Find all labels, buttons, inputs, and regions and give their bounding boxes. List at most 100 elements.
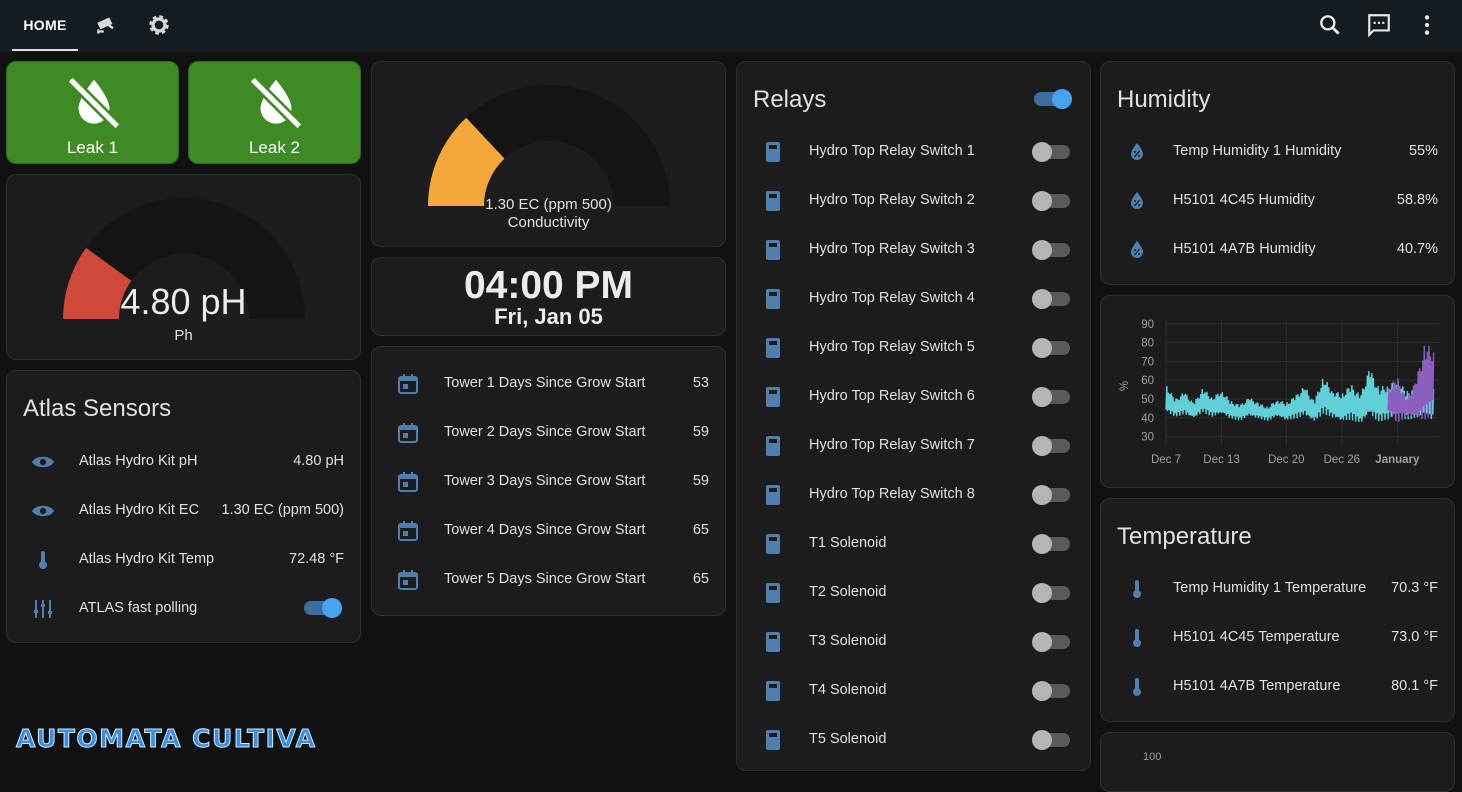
- tower-row-label[interactable]: Tower 1 Days Since Grow Start: [444, 375, 645, 391]
- relay-toggle[interactable]: [1032, 679, 1072, 703]
- calendar-icon: [398, 472, 418, 492]
- humidity-row-label[interactable]: H5101 4C45 Humidity: [1173, 192, 1315, 208]
- relay-toggle[interactable]: [1032, 287, 1072, 311]
- relay-row-label[interactable]: Hydro Top Relay Switch 1: [809, 143, 975, 159]
- humidity-history-chart: 90 80 70 60 50 40 30 Dec 7 Dec 13 Dec 20 Dec 26 Jan…: [1119, 319, 1439, 466]
- lower-chart-card[interactable]: 100: [1100, 732, 1455, 792]
- temperature-row-label[interactable]: H5101 4A7B Temperature: [1173, 678, 1340, 694]
- toggle-knob: [1032, 632, 1052, 652]
- relay-row-label[interactable]: Hydro Top Relay Switch 6: [809, 388, 975, 404]
- water-percent-icon: [1131, 143, 1143, 160]
- chart-ytick-label: 70: [1141, 356, 1154, 368]
- tab-home[interactable]: HOME: [12, 0, 78, 50]
- leak-2-label: Leak 2: [248, 138, 301, 157]
- chart-ytick-label: 30: [1141, 432, 1154, 444]
- relay-toggle[interactable]: [1032, 728, 1072, 752]
- relay-row-label[interactable]: T4 Solenoid: [809, 682, 886, 698]
- relay-switch-icon: [766, 632, 780, 652]
- chart-ytick-label: 50: [1141, 394, 1154, 406]
- relay-toggle[interactable]: [1032, 189, 1072, 213]
- relay-row-label[interactable]: T2 Solenoid: [809, 584, 886, 600]
- temperature-row-value: 80.1 °F: [1391, 678, 1438, 694]
- relay-switch-icon: [766, 681, 780, 701]
- relay-row-label[interactable]: Hydro Top Relay Switch 4: [809, 290, 975, 306]
- toggle-knob: [322, 598, 342, 618]
- atlas-row-value: 4.80 pH: [293, 453, 344, 469]
- toggle-knob: [1032, 583, 1052, 603]
- calendar-icon: [398, 521, 418, 541]
- relay-switch-icon: [766, 730, 780, 750]
- lower-chart-ytick: 100: [1143, 751, 1162, 763]
- relay-toggle[interactable]: [1032, 238, 1072, 262]
- relay-toggle[interactable]: [1032, 140, 1072, 164]
- toggle-knob: [1032, 436, 1052, 456]
- toggle-knob: [1032, 338, 1052, 358]
- relay-switch-icon: [766, 142, 780, 162]
- thermometer-icon: [1133, 629, 1141, 647]
- atlas-row-value: 72.48 °F: [289, 551, 344, 567]
- humidity-row-label[interactable]: H5101 4A7B Humidity: [1173, 241, 1316, 257]
- atlas-row-label[interactable]: Atlas Hydro Kit EC: [79, 502, 199, 518]
- relay-row-label[interactable]: Hydro Top Relay Switch 7: [809, 437, 975, 453]
- relay-switch-icon: [766, 338, 780, 358]
- tower-row-value: 59: [692, 424, 709, 440]
- humidity-row-label[interactable]: Temp Humidity 1 Humidity: [1173, 143, 1341, 159]
- toggle-knob: [1032, 681, 1052, 701]
- chart-ytick-label: 40: [1141, 413, 1154, 425]
- cctv-camera-icon[interactable]: [94, 12, 120, 38]
- tower-row-label[interactable]: Tower 4 Days Since Grow Start: [444, 522, 645, 538]
- atlas-row-label[interactable]: Atlas Hydro Kit pH: [79, 453, 197, 469]
- ec-gauge-name: Conductivity: [507, 214, 590, 231]
- relay-toggle[interactable]: [1032, 434, 1072, 458]
- gear-icon[interactable]: [146, 12, 172, 38]
- more-vert-icon[interactable]: [1414, 12, 1440, 38]
- relay-row-label[interactable]: Hydro Top Relay Switch 3: [809, 241, 975, 257]
- relay-row-label[interactable]: Hydro Top Relay Switch 2: [809, 192, 975, 208]
- atlas-row-label[interactable]: Atlas Hydro Kit Temp: [79, 551, 214, 567]
- relay-toggle[interactable]: [1032, 483, 1072, 507]
- atlas-fast-polling-toggle[interactable]: [302, 596, 342, 620]
- thermometer-icon: [39, 551, 47, 569]
- atlas-row-label: ATLAS fast polling: [79, 600, 198, 616]
- relay-row-label[interactable]: Hydro Top Relay Switch 8: [809, 486, 975, 502]
- chart-xtick-label: Dec 20: [1268, 454, 1304, 466]
- relay-switch-icon: [766, 485, 780, 505]
- ph-gauge-card[interactable]: 4.80 pH Ph: [6, 174, 361, 360]
- relay-row-label[interactable]: Hydro Top Relay Switch 5: [809, 339, 975, 355]
- tower-row-label[interactable]: Tower 3 Days Since Grow Start: [444, 473, 645, 489]
- relay-toggle[interactable]: [1032, 385, 1072, 409]
- toggle-knob: [1032, 387, 1052, 407]
- leak-1-tile[interactable]: Leak 1: [6, 61, 179, 164]
- relay-toggle[interactable]: [1032, 630, 1072, 654]
- clock-time: 04:00 PM: [463, 264, 634, 307]
- clock-date: Fri, Jan 05: [494, 304, 603, 329]
- leak-1-label: Leak 1: [66, 138, 119, 157]
- temperature-row-label[interactable]: Temp Humidity 1 Temperature: [1173, 580, 1366, 596]
- chat-message-icon[interactable]: [1366, 12, 1392, 38]
- relay-row-label[interactable]: T3 Solenoid: [809, 633, 886, 649]
- relay-row-label[interactable]: T5 Solenoid: [809, 731, 886, 747]
- relay-toggle[interactable]: [1032, 336, 1072, 360]
- ec-gauge-card[interactable]: 1.30 EC (ppm 500) Conductivity: [371, 61, 726, 247]
- relays-card: Relays Hydro Top Relay Switch 1 Hydro Top…: [736, 61, 1091, 771]
- temperature-title: Temperature: [1117, 523, 1252, 550]
- relays-master-toggle[interactable]: [1032, 87, 1072, 111]
- tower-row-label[interactable]: Tower 5 Days Since Grow Start: [444, 571, 645, 587]
- temperature-row-label[interactable]: H5101 4C45 Temperature: [1173, 629, 1340, 645]
- relay-toggle[interactable]: [1032, 581, 1072, 605]
- relay-switch-icon: [766, 436, 780, 456]
- thermometer-icon: [1133, 580, 1141, 598]
- chart-ytick-label: 60: [1141, 375, 1154, 387]
- relays-title: Relays: [753, 86, 827, 113]
- atlas-sensors-card: Atlas Sensors Atlas Hydro Kit pH 4.80 pH…: [6, 370, 361, 643]
- relay-switch-icon: [766, 240, 780, 260]
- humidity-history-card[interactable]: 90 80 70 60 50 40 30 Dec 7 Dec 13 Dec 20 Dec 26 Jan…: [1100, 295, 1455, 488]
- leak-2-tile[interactable]: Leak 2: [188, 61, 361, 164]
- chart-xtick-label: January: [1375, 454, 1420, 466]
- thermometer-icon: [1133, 678, 1141, 696]
- relay-row-label[interactable]: T1 Solenoid: [809, 535, 886, 551]
- chart-ylabel: %: [1119, 381, 1131, 391]
- relay-toggle[interactable]: [1032, 532, 1072, 556]
- search-icon[interactable]: [1317, 12, 1343, 38]
- tower-row-label[interactable]: Tower 2 Days Since Grow Start: [444, 424, 645, 440]
